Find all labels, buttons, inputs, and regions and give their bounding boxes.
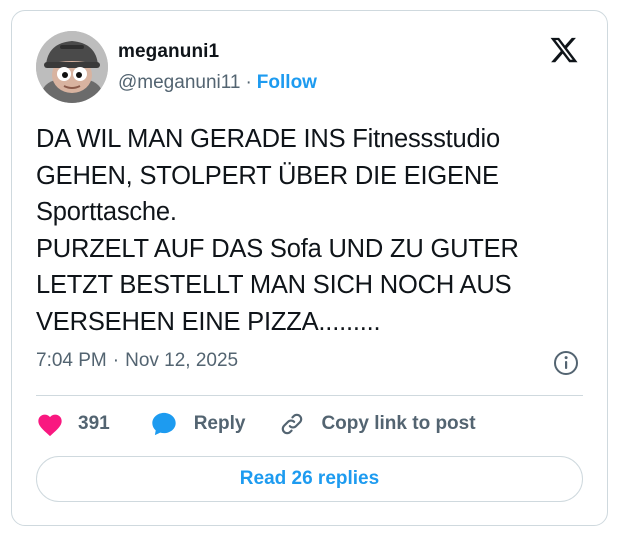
copy-link-label: Copy link to post <box>321 413 476 434</box>
avatar-image <box>36 31 108 103</box>
reply-label: Reply <box>193 413 246 434</box>
read-replies-button[interactable]: Read 26 replies <box>36 456 583 502</box>
timestamp-separator: · <box>112 350 120 371</box>
follow-link[interactable]: Follow <box>257 72 317 93</box>
handle-separator: · <box>245 72 252 93</box>
tweet-time: 7:04 PM <box>36 350 107 371</box>
like-count: 391 <box>78 413 110 434</box>
x-logo-icon[interactable] <box>549 35 579 65</box>
reply-button[interactable]: Reply <box>150 410 280 438</box>
tweet-card: meganuni1 @meganuni11 · Follow DA WIL MAN … <box>11 10 608 526</box>
link-icon <box>279 411 305 437</box>
speech-bubble-icon <box>150 410 178 438</box>
action-bar: 391 Reply Copy link to post <box>36 409 476 439</box>
tweet-timestamp[interactable]: 7:04 PM · Nov 12, 2025 <box>36 350 238 372</box>
author-handle[interactable]: @meganuni11 <box>118 72 240 93</box>
author-name[interactable]: meganuni1 <box>118 41 219 63</box>
divider <box>36 395 583 396</box>
avatar[interactable] <box>36 31 108 103</box>
info-icon[interactable] <box>553 350 579 376</box>
author-handle-row: @meganuni11 · Follow <box>118 72 317 94</box>
copy-link-button[interactable]: Copy link to post <box>279 411 476 437</box>
tweet-text: DA WIL MAN GERADE INS Fitnessstudio GEHE… <box>36 125 519 336</box>
heart-icon <box>36 411 64 437</box>
tweet-date: Nov 12, 2025 <box>125 350 239 371</box>
like-button[interactable]: 391 <box>36 411 150 437</box>
